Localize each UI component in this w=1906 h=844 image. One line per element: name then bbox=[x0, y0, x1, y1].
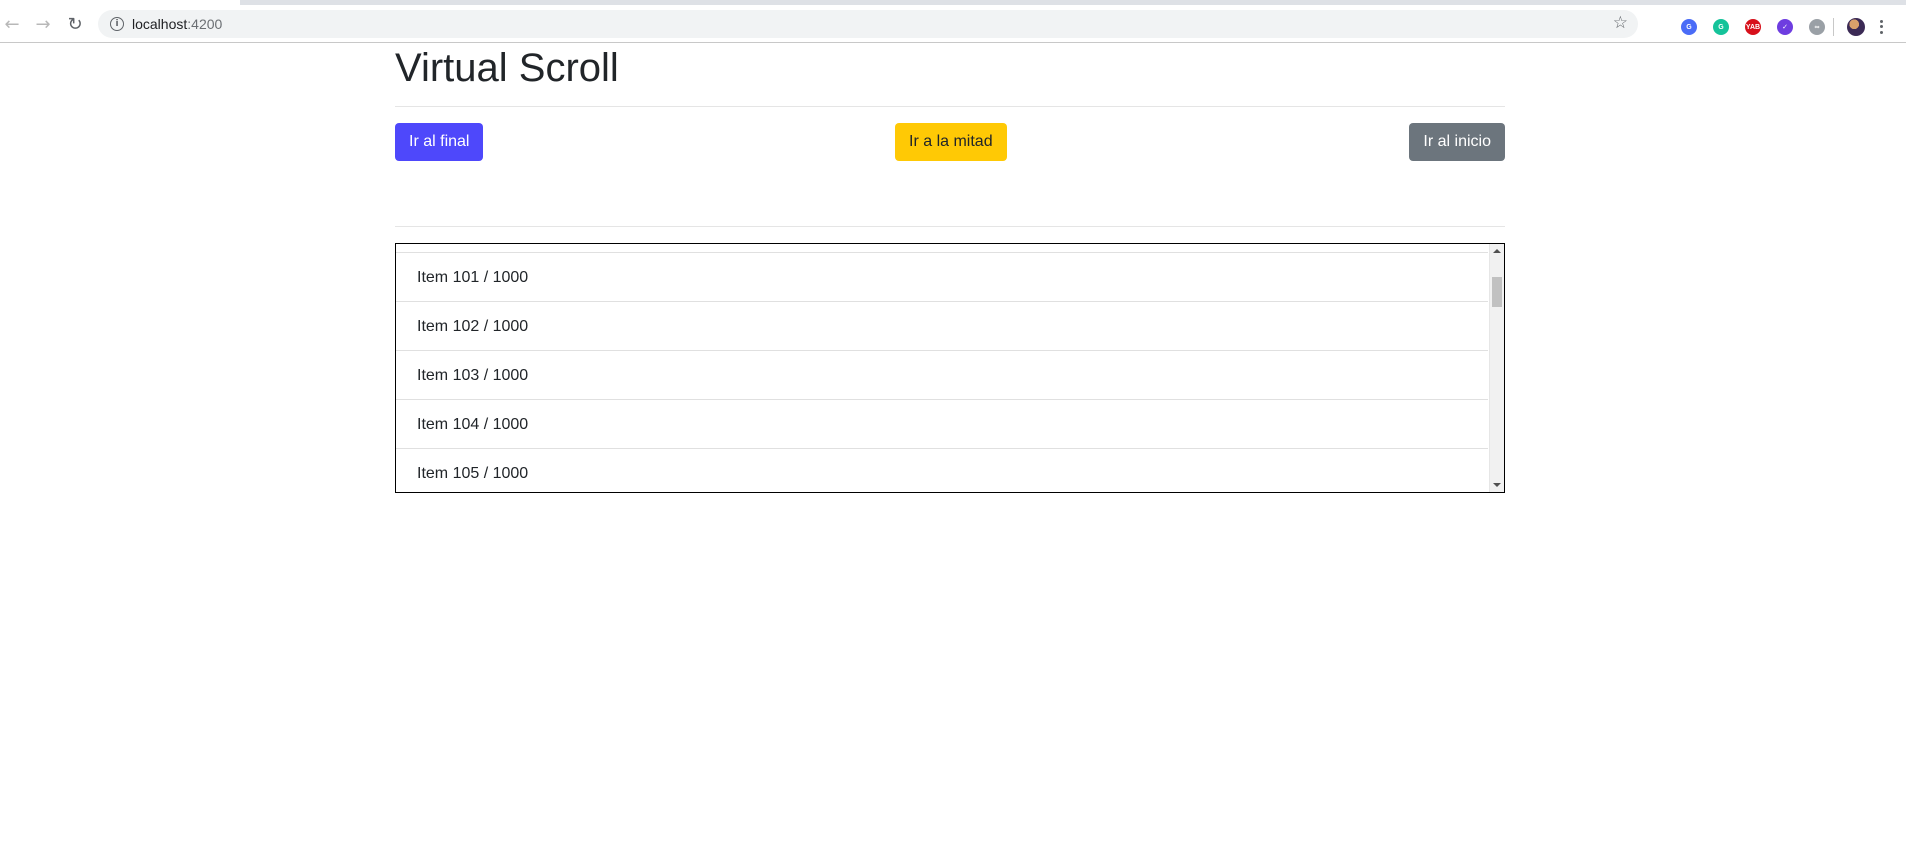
profile-avatar[interactable] bbox=[1847, 18, 1865, 36]
translate-extension-icon[interactable]: G bbox=[1681, 19, 1697, 35]
toolbar-separator bbox=[1833, 18, 1834, 36]
go-to-start-button[interactable]: Ir al inicio bbox=[1409, 123, 1505, 161]
browser-toolbar: ← → ↻ i localhost:4200 ☆ G G YAB ✓ ∞ bbox=[0, 5, 1906, 43]
bookmark-star-icon[interactable]: ☆ bbox=[1613, 13, 1628, 33]
reload-icon[interactable]: ↻ bbox=[64, 13, 86, 35]
list-item: Item 105 / 1000 bbox=[396, 449, 1488, 492]
virtual-scroll-viewport[interactable]: Item 100 / 1000Item 101 / 1000Item 102 /… bbox=[395, 243, 1505, 493]
url-text[interactable]: localhost:4200 bbox=[132, 16, 222, 32]
forward-arrow-icon[interactable]: → bbox=[32, 13, 54, 35]
scrollbar[interactable] bbox=[1489, 244, 1504, 492]
info-icon[interactable]: i bbox=[110, 17, 124, 31]
divider bbox=[395, 106, 1505, 107]
url-host: localhost bbox=[132, 16, 188, 32]
list-item: Item 102 / 1000 bbox=[396, 302, 1488, 351]
go-to-middle-button[interactable]: Ir a la mitad bbox=[895, 123, 1007, 161]
browser-menu-icon[interactable] bbox=[1877, 17, 1885, 37]
list-item: Item 100 / 1000 bbox=[396, 244, 1488, 253]
page-title: Virtual Scroll bbox=[395, 46, 619, 90]
scroll-down-arrow-icon[interactable] bbox=[1490, 478, 1504, 492]
address-bar[interactable]: i localhost:4200 ☆ bbox=[98, 10, 1638, 38]
infinity-extension-icon[interactable]: ∞ bbox=[1809, 19, 1825, 35]
grammarly-extension-icon[interactable]: G bbox=[1713, 19, 1729, 35]
button-row: Ir al final Ir a la mitad Ir al inicio bbox=[395, 123, 1505, 161]
scrollbar-thumb[interactable] bbox=[1492, 277, 1502, 307]
list-item: Item 103 / 1000 bbox=[396, 351, 1488, 400]
list-item: Item 104 / 1000 bbox=[396, 400, 1488, 449]
item-list: Item 100 / 1000Item 101 / 1000Item 102 /… bbox=[396, 244, 1488, 492]
go-to-end-button[interactable]: Ir al final bbox=[395, 123, 484, 161]
checkmark-extension-icon[interactable]: ✓ bbox=[1777, 19, 1793, 35]
yab-extension-icon[interactable]: YAB bbox=[1745, 19, 1761, 35]
divider bbox=[395, 226, 1505, 227]
page-container: Virtual Scroll Ir al final Ir a la mitad… bbox=[395, 44, 1505, 493]
url-port: :4200 bbox=[187, 16, 223, 32]
list-item: Item 101 / 1000 bbox=[396, 253, 1488, 302]
scroll-up-arrow-icon[interactable] bbox=[1490, 244, 1504, 258]
back-arrow-icon[interactable]: ← bbox=[1, 13, 23, 35]
